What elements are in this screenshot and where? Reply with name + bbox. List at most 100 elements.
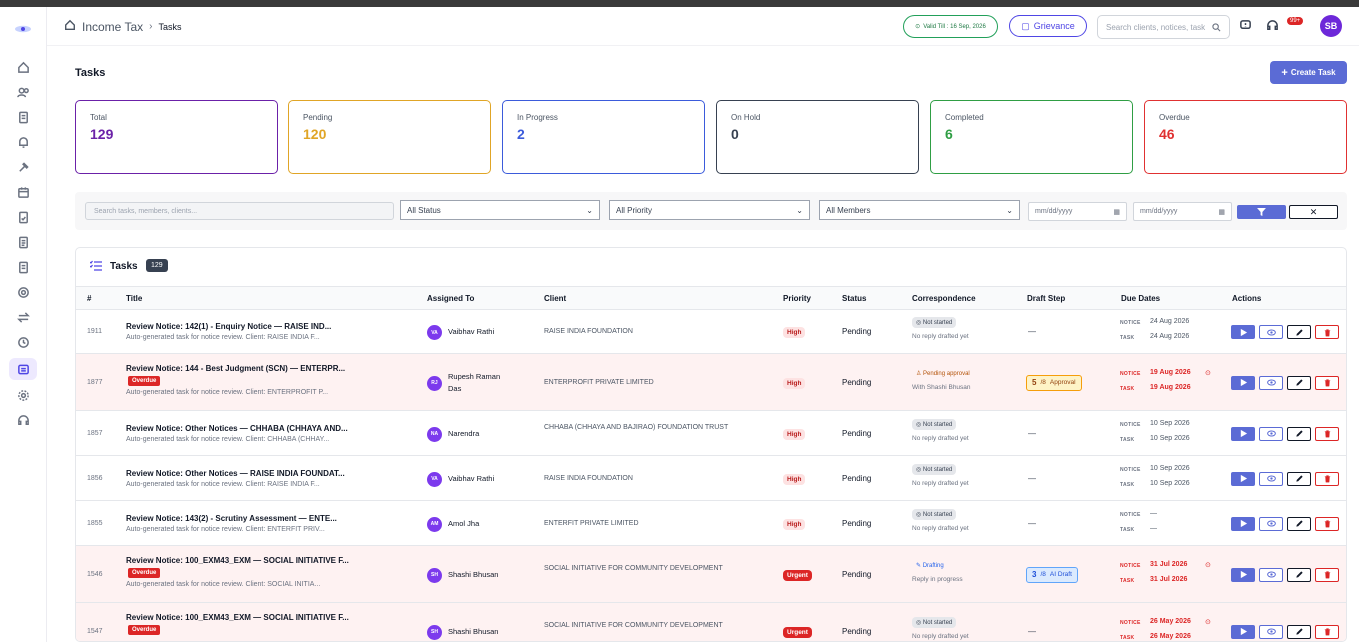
task-title[interactable]: Review Notice: 142(1) - Enquiry Notice —… (126, 322, 331, 331)
clock-icon[interactable] (12, 332, 34, 352)
users-icon[interactable] (12, 82, 34, 102)
stat-card-total[interactable]: Total 129 (75, 100, 278, 174)
grievance-button[interactable]: ▢ Grievance (1009, 15, 1087, 37)
create-task-button[interactable]: + Create Task (1270, 61, 1347, 84)
col-id[interactable]: # (87, 294, 91, 303)
edit-button[interactable] (1287, 516, 1311, 531)
headset-icon[interactable] (12, 410, 34, 430)
apply-filter-button[interactable] (1237, 205, 1286, 219)
logo-icon[interactable] (14, 25, 32, 33)
view-button[interactable] (1259, 567, 1283, 582)
calendar-icon: ▦ (1113, 208, 1120, 216)
table-row[interactable]: 1911 Review Notice: 142(1) - Enquiry Noti… (76, 310, 1346, 354)
table-row[interactable]: 1547 Review Notice: 100_EXM43_EXM — SOCIA… (76, 603, 1346, 641)
stat-card-on-hold[interactable]: On Hold 0 (716, 100, 919, 174)
stat-card-in-progress[interactable]: In Progress 2 (502, 100, 705, 174)
col-client[interactable]: Client (544, 294, 566, 303)
hammer-icon[interactable] (12, 157, 34, 177)
delete-button[interactable] (1315, 471, 1339, 486)
task-search-input[interactable]: Search tasks, members, clients... (85, 202, 394, 220)
home-icon[interactable] (12, 57, 34, 77)
start-button[interactable] (1231, 375, 1255, 390)
view-button[interactable] (1259, 375, 1283, 390)
home-icon[interactable] (64, 19, 76, 34)
start-button[interactable] (1231, 325, 1255, 339)
view-button[interactable] (1259, 516, 1283, 531)
start-button[interactable] (1231, 516, 1255, 531)
delete-button[interactable] (1315, 567, 1339, 582)
draft-step-badge[interactable]: 3/8 AI Draft (1026, 566, 1078, 583)
col-correspondence[interactable]: Correspondence (912, 294, 976, 303)
file-check-icon[interactable] (12, 207, 34, 227)
table-row[interactable]: 1855 Review Notice: 143(2) - Scrutiny Ass… (76, 501, 1346, 546)
clear-filter-button[interactable]: ✕ (1289, 205, 1338, 219)
edit-button[interactable] (1287, 375, 1311, 390)
delete-button[interactable] (1315, 516, 1339, 531)
document-icon[interactable] (12, 107, 34, 127)
table-row[interactable]: 1546 Review Notice: 100_EXM43_EXM — SOCIA… (76, 546, 1346, 603)
col-assigned[interactable]: Assigned To (427, 294, 474, 303)
stat-card-pending[interactable]: Pending 120 (288, 100, 491, 174)
col-priority[interactable]: Priority (783, 294, 811, 303)
col-draft-step[interactable]: Draft Step (1027, 294, 1065, 303)
task-title[interactable]: Review Notice: 144 - Best Judgment (SCN)… (126, 364, 345, 373)
delete-button[interactable] (1315, 426, 1339, 441)
delete-button[interactable] (1315, 375, 1339, 390)
bell-icon[interactable] (12, 132, 34, 152)
edit-button[interactable] (1287, 325, 1311, 339)
start-button[interactable] (1231, 567, 1255, 582)
status-select[interactable]: All Status ⌄ (400, 200, 600, 220)
table-row[interactable]: 1877 Review Notice: 144 - Best Judgment (… (76, 354, 1346, 411)
edit-button[interactable] (1287, 471, 1311, 486)
avatar: SH (427, 567, 442, 583)
stat-card-completed[interactable]: Completed 6 (930, 100, 1133, 174)
priority-select[interactable]: All Priority ⌄ (609, 200, 810, 220)
start-button[interactable] (1231, 471, 1255, 486)
breadcrumb-income-tax[interactable]: Income Tax (82, 20, 143, 34)
view-button[interactable] (1259, 624, 1283, 639)
edit-button[interactable] (1287, 624, 1311, 639)
tasks-nav-icon[interactable] (9, 358, 37, 380)
task-title[interactable]: Review Notice: 100_EXM43_EXM — SOCIAL IN… (126, 613, 349, 622)
support-icon[interactable] (1266, 19, 1280, 33)
start-button[interactable] (1231, 426, 1255, 441)
draft-step-badge[interactable]: 5/8 Approval (1026, 374, 1082, 391)
calendar-icon[interactable] (12, 182, 34, 202)
edit-button[interactable] (1287, 567, 1311, 582)
col-status[interactable]: Status (842, 294, 866, 303)
file-list-icon[interactable] (12, 257, 34, 277)
view-button[interactable] (1259, 325, 1283, 339)
delete-button[interactable] (1315, 624, 1339, 639)
notification-badge[interactable]: 99+ (1287, 17, 1304, 25)
status-text: Pending (842, 626, 872, 636)
col-due-dates[interactable]: Due Dates (1121, 294, 1160, 303)
view-button[interactable] (1259, 426, 1283, 441)
transfer-icon[interactable] (12, 307, 34, 327)
target-icon[interactable] (12, 282, 34, 302)
col-title[interactable]: Title (126, 294, 142, 303)
correspondence-subtext: No reply drafted yet (912, 434, 969, 442)
priority-badge: High (783, 473, 806, 485)
stat-card-overdue[interactable]: Overdue 46 (1144, 100, 1347, 174)
date-to-input[interactable]: mm/dd/yyyy ▦ (1133, 202, 1232, 221)
delete-button[interactable] (1315, 325, 1339, 339)
start-button[interactable] (1231, 624, 1255, 639)
view-button[interactable] (1259, 471, 1283, 486)
members-select[interactable]: All Members ⌄ (819, 200, 1020, 220)
task-subtitle: Auto-generated task for notice review. C… (126, 525, 325, 533)
file-text-icon[interactable] (12, 232, 34, 252)
chevron-down-icon: ⌄ (586, 205, 593, 215)
task-title[interactable]: Review Notice: Other Notices — CHHABA (C… (126, 424, 348, 433)
table-row[interactable]: 1857 Review Notice: Other Notices — CHHAB… (76, 411, 1346, 456)
feedback-icon[interactable] (1239, 19, 1253, 33)
date-from-input[interactable]: mm/dd/yyyy ▦ (1028, 202, 1127, 221)
date-from-value: mm/dd/yyyy (1035, 208, 1073, 215)
edit-button[interactable] (1287, 426, 1311, 441)
task-title[interactable]: Review Notice: Other Notices — RAISE IND… (126, 469, 345, 478)
user-avatar[interactable]: SB (1320, 15, 1342, 37)
table-row[interactable]: 1856 Review Notice: Other Notices — RAISE… (76, 456, 1346, 501)
task-title[interactable]: Review Notice: 100_EXM43_EXM — SOCIAL IN… (126, 556, 349, 565)
task-title[interactable]: Review Notice: 143(2) - Scrutiny Assessm… (126, 514, 337, 523)
global-search-input[interactable]: Search clients, notices, task (1097, 15, 1230, 39)
settings-icon[interactable] (12, 385, 34, 405)
